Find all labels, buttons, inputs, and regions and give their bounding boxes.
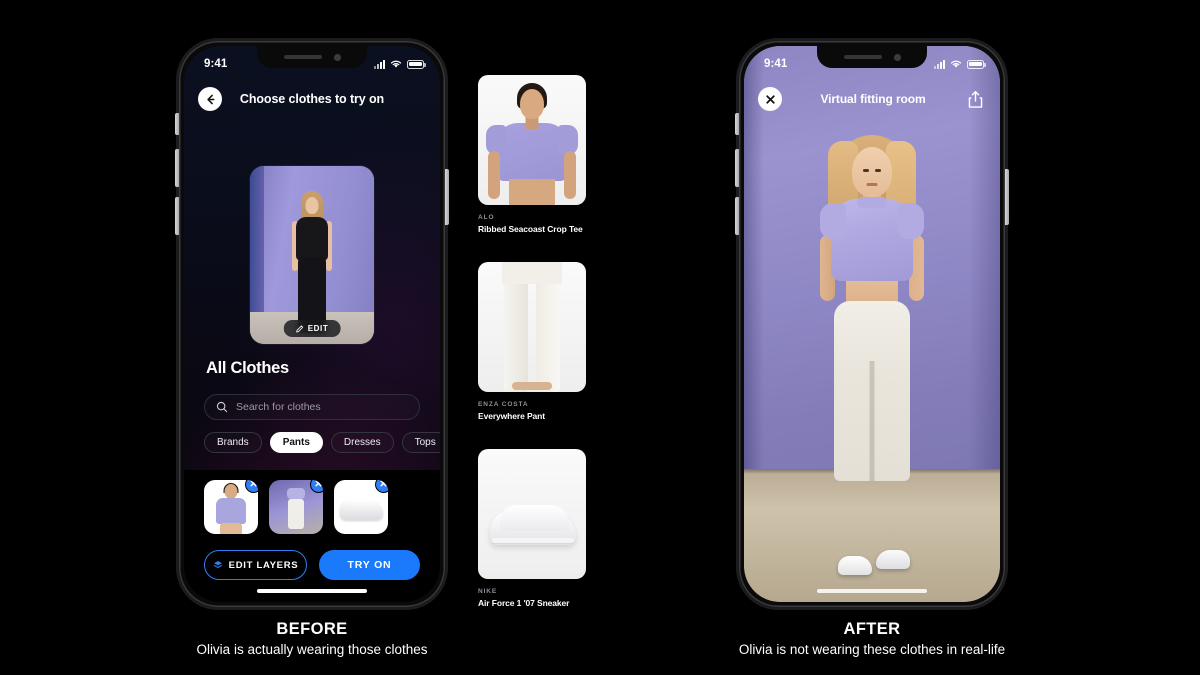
product-name: Ribbed Seacoast Crop Tee <box>478 224 583 234</box>
chip-brands[interactable]: Brands <box>204 432 262 453</box>
home-indicator[interactable] <box>257 589 367 593</box>
status-indicators <box>374 59 426 70</box>
share-button[interactable] <box>964 88 986 110</box>
phone-notch <box>817 46 927 68</box>
chip-tops[interactable]: Tops <box>401 432 440 453</box>
chip-pants[interactable]: Pants <box>269 432 323 453</box>
phone-mute-switch[interactable] <box>735 113 739 135</box>
product-card-pant[interactable]: ENZA COSTA Everywhere Pant <box>478 262 586 421</box>
selected-sneaker-thumb[interactable]: ✕ <box>334 480 388 534</box>
status-time: 9:41 <box>204 58 228 70</box>
search-placeholder: Search for clothes <box>236 401 321 413</box>
status-time: 9:41 <box>764 58 788 70</box>
edit-layers-label: EDIT LAYERS <box>228 559 299 571</box>
selected-items-tray: ✕ ✕ ✕ EDIT LAYERS TRY ON <box>184 470 440 602</box>
product-image <box>478 262 586 392</box>
selected-thumbs-row: ✕ ✕ ✕ <box>204 480 420 534</box>
status-indicators <box>934 59 986 70</box>
cellular-bars-icon <box>374 59 385 69</box>
search-icon <box>216 401 228 413</box>
page-title: Virtual fitting room <box>820 92 926 106</box>
phone-volume-up-button[interactable] <box>175 149 179 187</box>
virtual-fitting-room-app: 9:41 Virtual fitting room <box>744 46 1000 602</box>
phone-power-button[interactable] <box>1005 169 1009 225</box>
before-caption-subtitle: Olivia is actually wearing those clothes <box>196 642 428 657</box>
phone-notch <box>257 46 367 68</box>
phone-volume-down-button[interactable] <box>735 197 739 235</box>
product-list: ALO Ribbed Seacoast Crop Tee ENZA COSTA … <box>478 75 586 636</box>
close-button[interactable] <box>758 87 782 111</box>
edit-avatar-label: EDIT <box>307 324 329 333</box>
edit-avatar-button[interactable]: EDIT <box>283 320 341 337</box>
before-caption-heading: BEFORE <box>276 620 348 638</box>
wifi-icon <box>390 60 402 67</box>
avatar-person <box>290 191 334 341</box>
front-camera <box>893 53 901 61</box>
page-title: Choose clothes to try on <box>239 92 385 106</box>
product-brand: NIKE <box>478 588 498 595</box>
before-phone: 9:41 Choose clothes to try on EDIT All C… <box>175 38 449 610</box>
chip-dresses[interactable]: Dresses <box>330 432 394 453</box>
product-brand: ALO <box>478 214 495 221</box>
product-brand: ENZA COSTA <box>478 401 529 408</box>
cellular-bars-icon <box>934 59 945 69</box>
tray-actions: EDIT LAYERS TRY ON <box>204 550 420 580</box>
product-name: Everywhere Pant <box>478 411 546 421</box>
remove-sneaker-button[interactable]: ✕ <box>375 480 388 493</box>
battery-icon <box>407 59 426 69</box>
back-arrow-icon <box>206 94 215 104</box>
category-filter-chips: Brands Pants Dresses Tops <box>204 432 440 453</box>
choose-clothes-app: 9:41 Choose clothes to try on EDIT All C… <box>184 46 440 602</box>
front-camera <box>333 53 341 61</box>
pencil-icon <box>296 325 304 332</box>
selected-crop-tee-thumb[interactable]: ✕ <box>204 480 258 534</box>
share-icon <box>968 90 982 108</box>
remove-pant-button[interactable]: ✕ <box>310 480 323 493</box>
after-caption: AFTER Olivia is not wearing these clothe… <box>712 620 1032 658</box>
layers-icon <box>213 561 222 568</box>
product-image <box>478 449 586 579</box>
after-caption-heading: AFTER <box>843 620 901 638</box>
avatar-preview[interactable]: EDIT <box>250 166 374 344</box>
screenshot-stage: 9:41 Choose clothes to try on EDIT All C… <box>0 0 1200 675</box>
phone-mute-switch[interactable] <box>175 113 179 135</box>
home-indicator[interactable] <box>817 589 927 593</box>
after-phone: 9:41 Virtual fitting room <box>735 38 1009 610</box>
after-screen: 9:41 Virtual fitting room <box>744 46 1000 602</box>
nav-bar-right: Virtual fitting room <box>744 82 1000 116</box>
before-screen: 9:41 Choose clothes to try on EDIT All C… <box>184 46 440 602</box>
after-caption-subtitle: Olivia is not wearing these clothes in r… <box>738 642 1006 657</box>
edit-layers-button[interactable]: EDIT LAYERS <box>204 550 307 580</box>
search-input[interactable]: Search for clothes <box>204 394 420 420</box>
earpiece-speaker <box>283 55 322 59</box>
product-card-crop-tee[interactable]: ALO Ribbed Seacoast Crop Tee <box>478 75 586 234</box>
before-caption: BEFORE Olivia is actually wearing those … <box>152 620 472 658</box>
selected-pant-thumb[interactable]: ✕ <box>269 480 323 534</box>
phone-volume-down-button[interactable] <box>175 197 179 235</box>
product-image <box>478 75 586 205</box>
product-name: Air Force 1 '07 Sneaker <box>478 598 570 608</box>
try-on-button[interactable]: TRY ON <box>319 550 420 580</box>
nav-bar-left: Choose clothes to try on <box>184 82 440 116</box>
section-title: All Clothes <box>206 359 289 377</box>
earpiece-speaker <box>843 55 882 59</box>
phone-power-button[interactable] <box>445 169 449 225</box>
wifi-icon <box>950 60 962 67</box>
battery-icon <box>967 59 986 69</box>
phone-volume-up-button[interactable] <box>735 149 739 187</box>
try-on-result-person <box>799 134 945 575</box>
product-card-sneaker[interactable]: NIKE Air Force 1 '07 Sneaker <box>478 449 586 608</box>
back-button[interactable] <box>198 87 222 111</box>
close-icon <box>765 94 775 104</box>
